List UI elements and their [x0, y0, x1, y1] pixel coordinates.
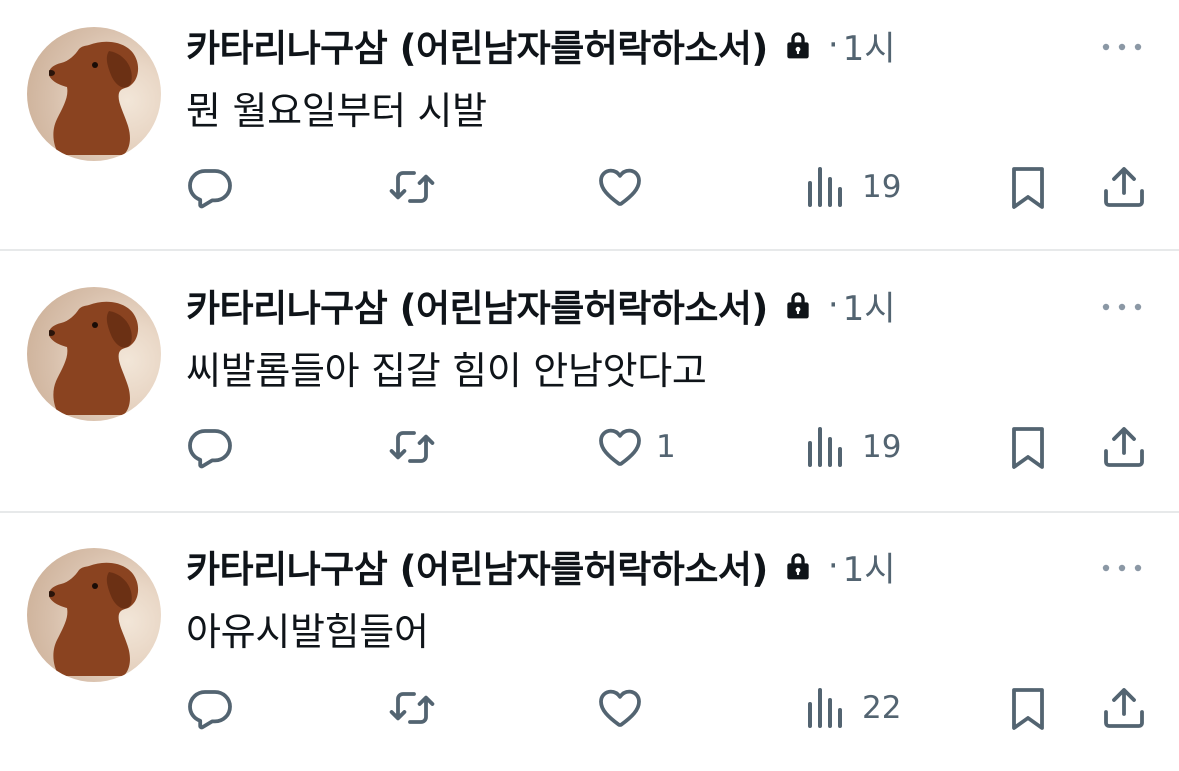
views-button[interactable]: 22 [802, 683, 901, 733]
heart-icon [596, 684, 644, 732]
avatar[interactable] [27, 27, 161, 161]
dachshund-avatar-image [49, 37, 145, 155]
views-button[interactable]: 19 [802, 162, 901, 212]
retweet-button[interactable] [388, 422, 448, 472]
more-icon[interactable] [1101, 563, 1143, 573]
bookmark-button[interactable] [1004, 683, 1052, 733]
like-button[interactable]: 1 [596, 422, 676, 472]
avatar[interactable] [27, 548, 161, 682]
retweet-button[interactable] [388, 162, 448, 212]
divider [0, 249, 1179, 251]
more-icon[interactable] [1101, 42, 1143, 52]
dachshund-avatar-image [49, 297, 145, 415]
tweet-header: 카타리나구삼 (어린남자를허락하소서) · 1시 [186, 542, 896, 591]
lock-icon [782, 28, 814, 62]
reply-icon [186, 684, 234, 732]
dachshund-avatar-image [49, 558, 145, 676]
retweet-button[interactable] [388, 683, 448, 733]
share-button[interactable] [1100, 422, 1148, 472]
like-count: 1 [656, 429, 676, 465]
avatar[interactable] [27, 287, 161, 421]
share-icon [1100, 423, 1148, 471]
like-button[interactable] [596, 162, 656, 212]
separator-dot: · [827, 546, 839, 586]
views-icon [802, 163, 850, 211]
bookmark-icon [1004, 423, 1052, 471]
author-name[interactable]: 카타리나구삼 (어린남자를허락하소서) [186, 18, 768, 72]
tweet-text: 씨발롬들아 집갈 힘이 안남앗다고 [186, 349, 707, 393]
lock-icon [782, 549, 814, 583]
tweet-header: 카타리나구삼 (어린남자를허락하소서) · 1시 [186, 21, 896, 70]
more-icon[interactable] [1101, 302, 1143, 312]
view-count: 19 [862, 429, 902, 465]
views-icon [802, 423, 850, 471]
bookmark-button[interactable] [1004, 162, 1052, 212]
separator-dot: · [827, 285, 839, 325]
share-button[interactable] [1100, 683, 1148, 733]
separator-dot: · [827, 25, 839, 65]
reply-icon [186, 163, 234, 211]
timestamp[interactable]: 1시 [843, 21, 896, 70]
tweet-text: 아유시발힘들어 [186, 610, 429, 654]
divider [0, 511, 1179, 513]
bookmark-icon [1004, 163, 1052, 211]
view-count: 19 [862, 169, 902, 205]
view-count: 22 [862, 690, 902, 726]
bookmark-button[interactable] [1004, 422, 1052, 472]
retweet-icon [388, 163, 436, 211]
heart-icon [596, 163, 644, 211]
views-button[interactable]: 19 [802, 422, 901, 472]
tweet-header: 카타리나구삼 (어린남자를허락하소서) · 1시 [186, 281, 896, 330]
bookmark-icon [1004, 684, 1052, 732]
reply-button[interactable] [186, 162, 246, 212]
reply-button[interactable] [186, 683, 246, 733]
tweet[interactable]: 카타리나구삼 (어린남자를허락하소서) · 1시 뭔 월요일부터 시발 19 [0, 0, 1179, 250]
share-button[interactable] [1100, 162, 1148, 212]
tweet[interactable]: 카타리나구삼 (어린남자를허락하소서) · 1시 아유시발힘들어 22 [0, 521, 1179, 771]
tweet-text: 뭔 월요일부터 시발 [186, 89, 487, 133]
tweet[interactable]: 카타리나구삼 (어린남자를허락하소서) · 1시 씨발롬들아 집갈 힘이 안남앗… [0, 260, 1179, 510]
lock-icon [782, 288, 814, 322]
views-icon [802, 684, 850, 732]
timestamp[interactable]: 1시 [843, 281, 896, 330]
retweet-icon [388, 423, 436, 471]
share-icon [1100, 163, 1148, 211]
author-name[interactable]: 카타리나구삼 (어린남자를허락하소서) [186, 539, 768, 593]
share-icon [1100, 684, 1148, 732]
author-name[interactable]: 카타리나구삼 (어린남자를허락하소서) [186, 278, 768, 332]
retweet-icon [388, 684, 436, 732]
like-button[interactable] [596, 683, 656, 733]
heart-icon [596, 423, 644, 471]
reply-button[interactable] [186, 422, 246, 472]
timestamp[interactable]: 1시 [843, 542, 896, 591]
reply-icon [186, 423, 234, 471]
